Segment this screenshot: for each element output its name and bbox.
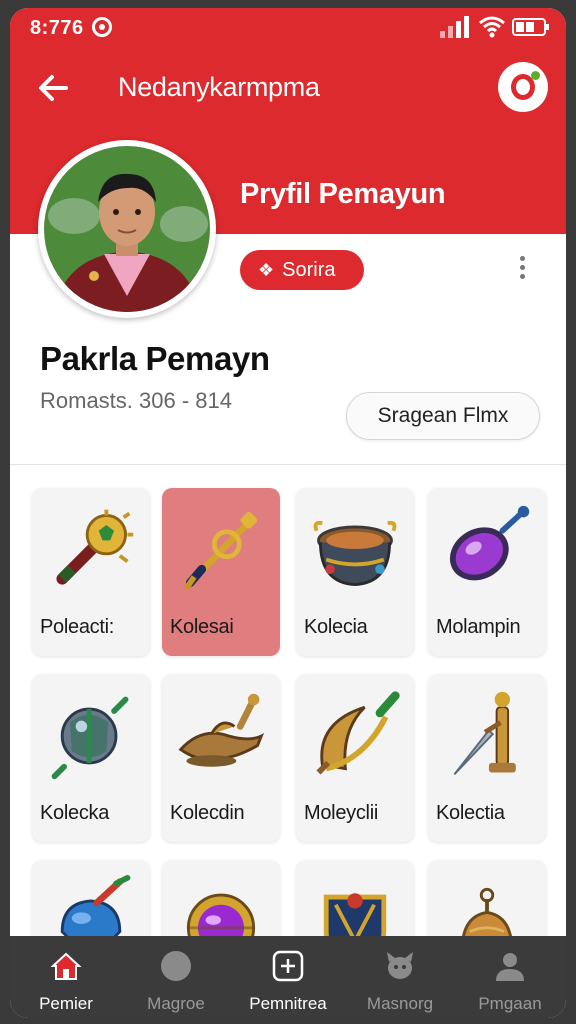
bottom-nav: Pemier Magroe Pemnitrea Masnorg Pmgaan bbox=[10, 936, 566, 1018]
nav-item-add[interactable]: Pemnitrea bbox=[233, 936, 343, 1018]
collection-item-selected[interactable]: Kolesai bbox=[162, 488, 280, 656]
collection-item-label: Kolectia bbox=[436, 802, 505, 824]
collection-item-label: Kolecia bbox=[304, 616, 368, 638]
more-options-icon[interactable] bbox=[510, 252, 534, 292]
page-title: Nedanykarmpma bbox=[118, 72, 320, 102]
phone-screen: 8:776 Nedanykarmpma Pryfil Pemayun ❖ Sor… bbox=[10, 8, 566, 1018]
pet-icon bbox=[387, 952, 413, 979]
golden-wand-icon bbox=[184, 511, 258, 590]
role-badge-label: Sorira bbox=[282, 258, 336, 281]
battery-icon bbox=[512, 18, 549, 36]
home-icon bbox=[50, 952, 82, 980]
purple-gem-spoon-icon bbox=[449, 505, 530, 581]
collection-item-label: Poleacti: bbox=[40, 616, 115, 638]
dagger-icon bbox=[453, 691, 516, 776]
collection-item[interactable]: Poleacti: bbox=[32, 488, 150, 656]
collection-item[interactable]: Kolecia bbox=[296, 488, 414, 656]
divider bbox=[10, 464, 566, 465]
collection-item[interactable]: Kolecdin bbox=[162, 674, 280, 842]
add-box-icon bbox=[272, 950, 304, 982]
nav-label: Masnorg bbox=[366, 994, 434, 1013]
person-icon bbox=[496, 953, 524, 981]
collection-item[interactable]: Kolectia bbox=[428, 674, 546, 842]
collection-item-label: Moleyclii bbox=[304, 802, 378, 824]
nav-label: Magroe bbox=[147, 994, 205, 1013]
nav-item-magroe[interactable]: Magroe bbox=[121, 936, 231, 1018]
turtle-orb-icon bbox=[51, 696, 129, 780]
role-badge[interactable]: ❖ Sorira bbox=[240, 250, 364, 290]
profile-header-name: Pryfil Pemayun bbox=[240, 178, 446, 210]
collection-item[interactable]: Kolecka bbox=[32, 674, 150, 842]
player-name: Pakrla Pemayn bbox=[40, 340, 270, 377]
magic-lamp-icon bbox=[178, 693, 265, 767]
app-logo-icon[interactable] bbox=[498, 62, 548, 112]
avatar[interactable] bbox=[38, 140, 216, 318]
status-time: 8:776 bbox=[30, 17, 84, 39]
collection-item-label: Kolesai bbox=[170, 616, 234, 638]
scepter-icon bbox=[56, 509, 134, 585]
crescent-blade-icon bbox=[316, 691, 400, 775]
collection-item-label: Kolecdin bbox=[170, 802, 245, 824]
notification-icon bbox=[92, 17, 112, 37]
nav-item-home[interactable]: Pemier bbox=[11, 936, 121, 1018]
status-bar: 8:776 bbox=[10, 8, 566, 48]
nav-label: Pemnitrea bbox=[249, 994, 327, 1013]
avatar-photo bbox=[44, 146, 210, 312]
nav-item-profile[interactable]: Pmgaan bbox=[455, 936, 565, 1018]
nav-label: Pemier bbox=[39, 994, 93, 1013]
collection-item[interactable]: Moleyclii bbox=[296, 674, 414, 842]
signal-icon bbox=[440, 16, 469, 38]
badge-icon: ❖ bbox=[258, 259, 275, 280]
treasure-cauldron-icon bbox=[313, 520, 397, 587]
back-arrow-icon[interactable] bbox=[32, 66, 76, 110]
collection-item-label: Kolecka bbox=[40, 802, 110, 824]
wifi-icon bbox=[479, 16, 505, 38]
player-stats: Romasts. 306 - 814 bbox=[40, 388, 232, 413]
collection-item[interactable]: Molampin bbox=[428, 488, 546, 656]
profile-action-button[interactable]: Sragean Flmx bbox=[346, 392, 540, 440]
nav-item-masnorg[interactable]: Masnorg bbox=[345, 936, 455, 1018]
collection-item-label: Molampin bbox=[436, 616, 521, 638]
nav-label: Pmgaan bbox=[478, 994, 542, 1013]
circle-icon bbox=[161, 951, 191, 981]
